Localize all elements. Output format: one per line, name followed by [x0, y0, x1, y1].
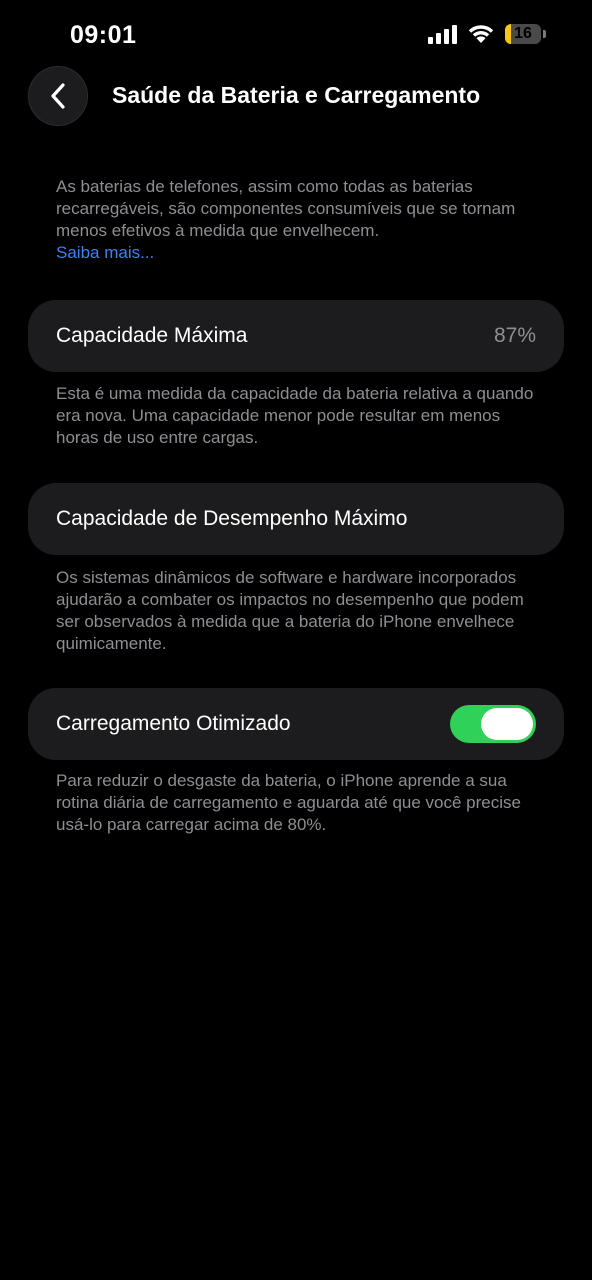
- optimized-charging-footnote: Para reduzir o desgaste da bateria, o iP…: [56, 771, 521, 834]
- peak-performance-row: Capacidade de Desempenho Máximo: [28, 483, 564, 555]
- battery-cap: [543, 30, 546, 38]
- learn-more-link[interactable]: Saiba mais...: [56, 242, 536, 264]
- max-capacity-value: 87%: [493, 324, 536, 347]
- peak-performance-footnote: Os sistemas dinâmicos de software e hard…: [56, 568, 524, 653]
- page-title: Saúde da Bateria e Carregamento: [112, 82, 481, 108]
- status-icons: 16: [428, 24, 546, 44]
- peak-performance-label: Capacidade de Desempenho Máximo: [56, 507, 408, 530]
- optimized-charging-label: Carregamento Otimizado: [56, 712, 291, 735]
- toggle-knob[interactable]: [481, 708, 533, 740]
- battery-icon: 16: [505, 24, 541, 44]
- chevron-left-icon: [51, 83, 65, 109]
- intro-text-block: As baterias de telefones, assim como tod…: [56, 176, 536, 264]
- max-capacity-footnote: Esta é uma medida da capacidade da bater…: [56, 384, 534, 447]
- max-capacity-label: Capacidade Máxima: [56, 324, 248, 347]
- back-button[interactable]: [28, 66, 88, 126]
- optimized-charging-row: Carregamento Otimizado: [28, 688, 564, 760]
- optimized-charging-toggle[interactable]: [450, 705, 536, 743]
- cellular-signal-icon: [428, 24, 457, 44]
- wifi-icon: [468, 25, 494, 43]
- max-capacity-row: Capacidade Máxima 87%: [28, 300, 564, 372]
- battery-level: 16: [514, 25, 532, 42]
- status-time: 09:01: [70, 21, 137, 49]
- status-bar: 09:01 16: [0, 0, 592, 70]
- intro-text: As baterias de telefones, assim como tod…: [56, 177, 516, 240]
